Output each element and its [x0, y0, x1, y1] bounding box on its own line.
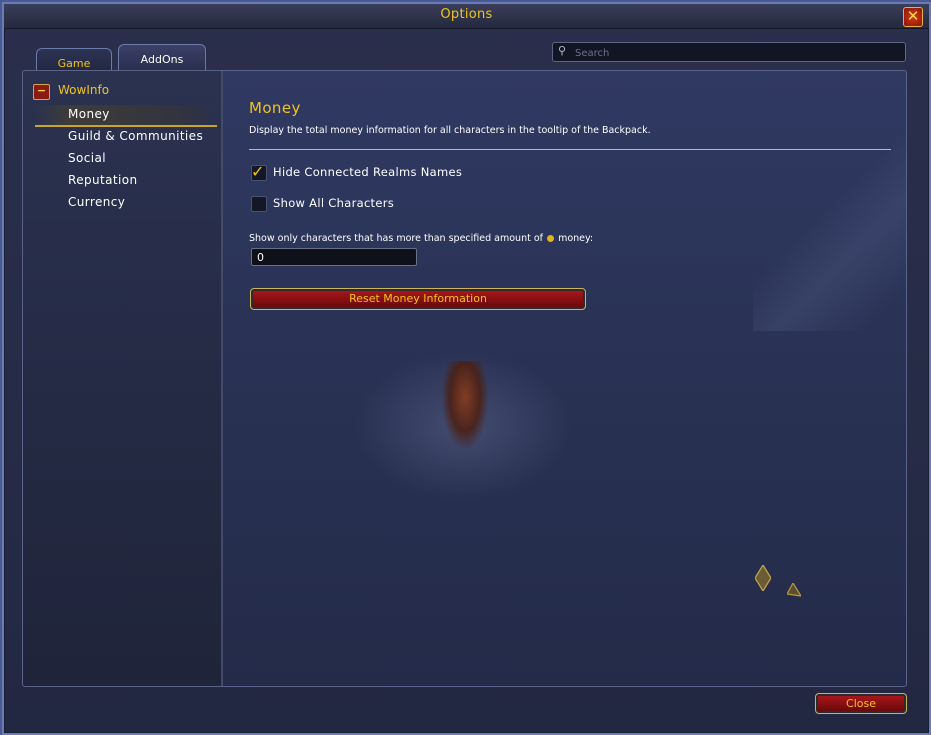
close-window-icon[interactable]: ✕	[903, 7, 923, 27]
search-input[interactable]	[573, 43, 897, 63]
sidebar: − WowInfo Money Guild & Communities Soci…	[23, 71, 223, 686]
window-title: Options	[440, 7, 493, 22]
settings-panel: − WowInfo Money Guild & Communities Soci…	[22, 70, 907, 687]
section-divider	[249, 149, 891, 150]
title-bar[interactable]: Options ✕	[4, 4, 929, 29]
background-art-figure	[441, 361, 489, 451]
hide-realms-label[interactable]: Hide Connected Realms Names	[273, 165, 462, 179]
collapse-icon[interactable]: −	[33, 84, 50, 100]
sidebar-addon-label[interactable]: WowInfo	[58, 83, 109, 97]
map-marker-icon	[755, 565, 771, 591]
sidebar-item-money[interactable]: Money	[68, 107, 110, 121]
background-art-mountain	[753, 131, 906, 331]
threshold-label-text: Show only characters that has more than …	[249, 233, 543, 244]
options-window: Options ✕ Game AddOns ⚲ − WowInfo Money …	[2, 2, 931, 735]
section-description: Display the total money information for …	[249, 125, 651, 136]
threshold-label: Show only characters that has more than …	[249, 233, 593, 244]
gold-coin-icon	[547, 235, 555, 242]
search-box[interactable]: ⚲	[552, 42, 906, 63]
threshold-label-suffix: money:	[558, 233, 594, 244]
section-title: Money	[249, 99, 301, 117]
close-button[interactable]: Close	[815, 693, 907, 714]
show-all-characters-label[interactable]: Show All Characters	[273, 196, 394, 210]
search-icon: ⚲	[558, 44, 567, 57]
arrow-marker-icon	[787, 583, 801, 597]
money-threshold-input[interactable]: 0	[251, 248, 417, 266]
sidebar-item-social[interactable]: Social	[68, 151, 106, 165]
sidebar-selection-highlight	[35, 105, 217, 127]
sidebar-item-currency[interactable]: Currency	[68, 195, 125, 209]
content-area: Money Display the total money informatio…	[223, 71, 906, 686]
sidebar-item-reputation[interactable]: Reputation	[68, 173, 137, 187]
checkmark-icon: ✓	[251, 162, 265, 181]
sidebar-item-guild-communities[interactable]: Guild & Communities	[68, 129, 203, 143]
reset-money-button[interactable]: Reset Money Information	[250, 288, 586, 310]
show-all-characters-checkbox[interactable]	[251, 196, 267, 212]
hide-realms-checkbox[interactable]: ✓	[251, 162, 267, 181]
